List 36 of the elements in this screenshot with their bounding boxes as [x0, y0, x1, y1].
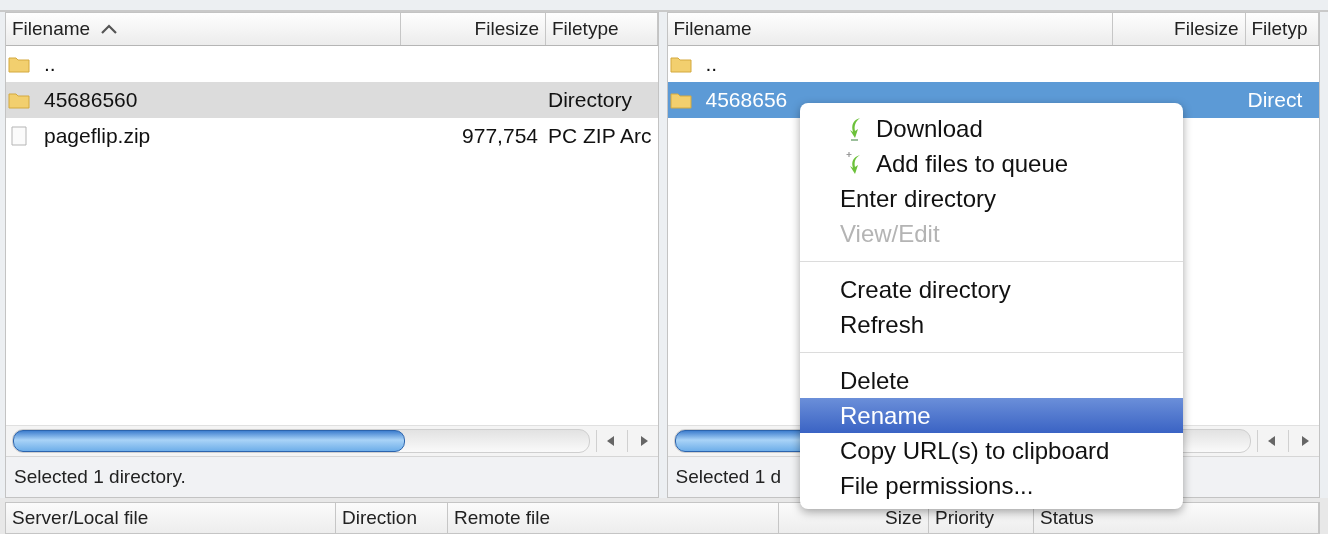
column-header[interactable]: Filetype: [546, 12, 658, 45]
status-text: Selected 1 directory.: [6, 457, 658, 498]
column-header[interactable]: Direction: [336, 503, 448, 533]
file-icon: [8, 125, 30, 146]
column-header[interactable]: Filesize: [1112, 12, 1246, 45]
column-header[interactable]: Server/Local file: [6, 503, 336, 533]
column-header[interactable]: Filename: [667, 12, 1113, 45]
file-row[interactable]: 45686560 Directory: [6, 81, 658, 118]
folder-icon: [669, 90, 692, 109]
folder-icon: [669, 54, 692, 73]
scrollbar-track[interactable]: [12, 429, 590, 454]
menu-item[interactable]: Refresh: [800, 307, 1183, 342]
file-name: ..: [44, 51, 56, 76]
menu-item[interactable]: Create directory: [800, 272, 1183, 307]
file-row[interactable]: ..: [667, 45, 1319, 82]
column-header[interactable]: Filesize: [401, 12, 546, 45]
file-size: 977,754: [462, 123, 538, 148]
column-header[interactable]: Remote file: [448, 503, 779, 533]
file-name: pageflip.zip: [44, 123, 151, 148]
folder-icon: [8, 90, 30, 109]
file-type: Directory: [548, 87, 632, 112]
file-row[interactable]: pageflip.zip 977,754 PC ZIP Arc: [6, 117, 658, 154]
file-name: ..: [705, 51, 718, 76]
file-name: 45686560: [44, 87, 138, 112]
file-row[interactable]: ..: [6, 45, 658, 82]
scrollbar-thumb[interactable]: [13, 430, 405, 453]
column-header[interactable]: Filetyp: [1245, 12, 1319, 45]
file-type: Direct: [1247, 87, 1303, 112]
file-name: 4568656: [705, 87, 788, 112]
folder-icon: [8, 54, 30, 73]
menu-item[interactable]: Add files to queue: [800, 146, 1183, 181]
menu-item[interactable]: Delete: [800, 363, 1183, 398]
column-header[interactable]: Filename: [6, 12, 401, 45]
menu-item[interactable]: Enter directory: [800, 181, 1183, 216]
file-type: PC ZIP Arc: [548, 123, 652, 148]
menu-item[interactable]: Rename: [800, 398, 1183, 433]
